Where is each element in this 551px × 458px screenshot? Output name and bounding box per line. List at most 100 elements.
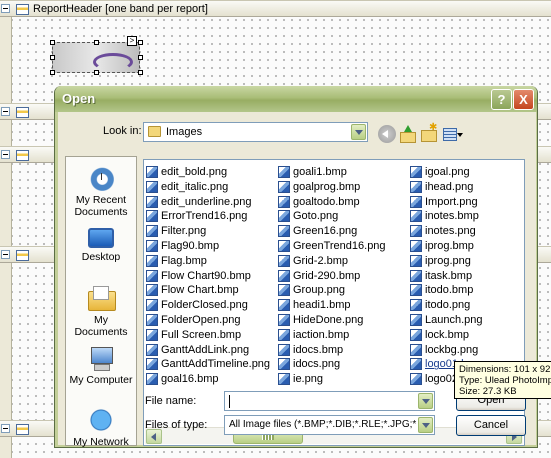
place-label: My Computer: [69, 374, 133, 386]
band-icon: [16, 107, 29, 118]
file-item[interactable]: GanttAddLink.png: [145, 343, 270, 358]
chevron-down-icon[interactable]: [351, 124, 366, 140]
file-item[interactable]: Green16.png: [277, 224, 386, 239]
up-folder-icon[interactable]: [399, 125, 417, 143]
place-desktop[interactable]: Desktop: [66, 225, 136, 263]
file-item[interactable]: HideDone.png: [277, 313, 386, 328]
file-item[interactable]: Goto.png: [277, 209, 386, 224]
file-item[interactable]: goalprog.bmp: [277, 180, 386, 195]
place-my-documents[interactable]: My Documents: [66, 285, 136, 338]
resize-handle[interactable]: [94, 40, 99, 45]
resize-handle[interactable]: [138, 40, 143, 45]
collapse-icon[interactable]: [1, 150, 10, 159]
file-name: ErrorTrend16.png: [161, 210, 248, 223]
file-name: Filter.png: [161, 225, 207, 238]
views-menu-icon[interactable]: [442, 125, 464, 143]
file-item[interactable]: Flow Chart90.bmp: [145, 269, 270, 284]
file-name: itodo.bmp: [425, 284, 474, 297]
band-icon: [16, 250, 29, 261]
file-item[interactable]: itodo.png: [409, 298, 483, 313]
file-item[interactable]: iprog.png: [409, 254, 483, 269]
smart-tag-icon[interactable]: >: [127, 36, 137, 46]
resize-handle[interactable]: [94, 70, 99, 75]
image-control[interactable]: [52, 42, 140, 73]
chevron-down-icon[interactable]: [418, 393, 433, 409]
file-item[interactable]: ErrorTrend16.png: [145, 209, 270, 224]
file-name: GreenTrend16.png: [293, 239, 386, 252]
file-item[interactable]: idocs.png: [277, 357, 386, 372]
file-item[interactable]: itodo.bmp: [409, 283, 483, 298]
file-item[interactable]: inotes.png: [409, 224, 483, 239]
file-item[interactable]: inotes.bmp: [409, 209, 483, 224]
file-item[interactable]: Grid-2.bmp: [277, 254, 386, 269]
file-item[interactable]: ie.png: [277, 372, 386, 387]
new-folder-icon[interactable]: [420, 122, 438, 143]
file-item[interactable]: headi1.bmp: [277, 298, 386, 313]
file-item[interactable]: Launch.png: [409, 313, 483, 328]
back-icon[interactable]: [378, 125, 396, 143]
file-item[interactable]: Filter.png: [145, 224, 270, 239]
file-item[interactable]: GanttAddTimeline.png: [145, 357, 270, 372]
file-name: igoal.png: [425, 166, 470, 178]
collapse-icon[interactable]: [1, 250, 10, 259]
resize-handle[interactable]: [50, 40, 55, 45]
cancel-button[interactable]: Cancel: [456, 415, 526, 436]
file-item[interactable]: goali1.bmp: [277, 165, 386, 180]
file-item[interactable]: Import.png: [409, 195, 483, 210]
band-header-report-header[interactable]: ReportHeader [one band per report]: [0, 0, 551, 17]
look-in-combo[interactable]: Images: [143, 122, 368, 142]
help-button[interactable]: ?: [491, 89, 512, 110]
file-item[interactable]: Flag.bmp: [145, 254, 270, 269]
resize-handle[interactable]: [138, 55, 143, 60]
place-label: My Recent Documents: [74, 194, 128, 218]
file-item[interactable]: goaltodo.bmp: [277, 195, 386, 210]
file-item[interactable]: edit_bold.png: [145, 165, 270, 180]
file-item[interactable]: Grid-290.bmp: [277, 269, 386, 284]
file-name: headi1.bmp: [293, 299, 351, 312]
collapse-icon[interactable]: [1, 424, 10, 433]
file-name-input[interactable]: [224, 391, 435, 411]
file-name: Grid-2.bmp: [293, 254, 349, 267]
chevron-down-icon[interactable]: [418, 417, 433, 433]
place-my-network[interactable]: My Network: [66, 407, 136, 447]
resize-handle[interactable]: [50, 55, 55, 60]
file-item[interactable]: FolderOpen.png: [145, 313, 270, 328]
file-name: Import.png: [425, 195, 478, 208]
file-item[interactable]: edit_underline.png: [145, 195, 270, 210]
band-icon: [16, 150, 29, 161]
file-item[interactable]: ihead.png: [409, 180, 483, 195]
file-item[interactable]: iaction.bmp: [277, 328, 386, 343]
file-item[interactable]: Group.png: [277, 283, 386, 298]
file-item[interactable]: edit_italic.png: [145, 180, 270, 195]
file-item[interactable]: iprog.bmp: [409, 239, 483, 254]
file-name: Green16.png: [293, 225, 358, 238]
file-item[interactable]: igoal.png: [409, 165, 483, 180]
scroll-left-icon[interactable]: [146, 429, 162, 444]
file-item[interactable]: lock.bmp: [409, 328, 483, 343]
resize-handle[interactable]: [138, 70, 143, 75]
image-file-icon: [410, 180, 422, 193]
close-button[interactable]: X: [513, 89, 534, 110]
files-of-type-select[interactable]: All Image files (*.BMP;*.DIB;*.RLE;*.JPG…: [224, 415, 435, 435]
file-item[interactable]: idocs.bmp: [277, 343, 386, 358]
place-my-computer[interactable]: My Computer: [66, 345, 136, 386]
collapse-icon[interactable]: [1, 107, 10, 116]
file-item[interactable]: lockbg.png: [409, 343, 483, 358]
file-item[interactable]: GreenTrend16.png: [277, 239, 386, 254]
image-file-icon: [146, 254, 158, 267]
file-item[interactable]: Flag90.bmp: [145, 239, 270, 254]
image-file-icon: [278, 343, 290, 356]
image-file-icon: [278, 328, 290, 341]
file-item[interactable]: itask.bmp: [409, 269, 483, 284]
file-item[interactable]: goal16.bmp: [145, 372, 270, 387]
file-item[interactable]: FolderClosed.png: [145, 298, 270, 313]
file-item[interactable]: Flow Chart.bmp: [145, 283, 270, 298]
file-name: iprog.png: [425, 254, 471, 267]
collapse-icon[interactable]: [1, 4, 10, 13]
place-my-recent-documents[interactable]: My Recent Documents: [66, 165, 136, 218]
image-file-icon: [146, 166, 158, 178]
dialog-titlebar[interactable]: Open ? X: [55, 86, 537, 112]
image-file-icon: [410, 210, 422, 223]
file-item[interactable]: Full Screen.bmp: [145, 328, 270, 343]
resize-handle[interactable]: [50, 70, 55, 75]
